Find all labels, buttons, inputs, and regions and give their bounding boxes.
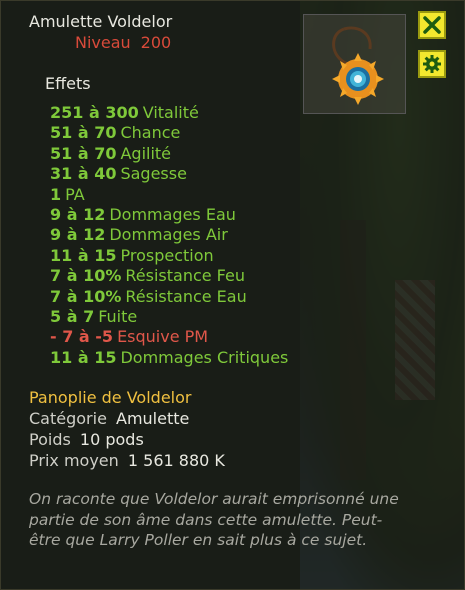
effect-row: 31 à 40 Sagesse <box>50 164 187 184</box>
amulet-icon <box>332 26 384 105</box>
item-level: Niveau 200 <box>75 33 171 52</box>
category-value: Amulette <box>116 409 190 428</box>
item-name: Amulette Voldelor <box>29 12 173 31</box>
effects-list: 251 à 300 Vitalité 51 à 70 Chance 51 à 70 A… <box>50 103 288 368</box>
level-value: 200 <box>140 33 172 52</box>
price-label: Prix moyen <box>29 451 119 470</box>
effect-row: 9 à 12 Dommages Air <box>50 225 228 245</box>
weight-line: Poids 10 pods <box>29 430 144 449</box>
item-description: On raconte que Voldelor aurait emprisonn… <box>29 490 399 549</box>
effect-row: 251 à 300 Vitalité <box>50 103 199 122</box>
close-button[interactable] <box>418 11 446 39</box>
category-label: Catégorie <box>29 409 107 428</box>
effect-row: 51 à 70 Agilité <box>50 143 172 163</box>
effect-row: 7 à 10% Résistance Eau <box>50 286 247 306</box>
item-image-frame <box>303 14 406 114</box>
price-line: Prix moyen 1 561 880 K <box>29 451 225 470</box>
price-value: 1 561 880 K <box>127 451 225 470</box>
effect-row: 51 à 70 Chance <box>50 123 181 143</box>
effect-row: 1 PA <box>50 184 85 204</box>
close-icon <box>423 16 441 34</box>
effect-row-negative: - 7 à -5 Esquive PM <box>50 327 209 347</box>
settings-button[interactable] <box>418 50 446 78</box>
effect-row: 11 à 15 Prospection <box>50 245 214 265</box>
effects-header: Effets <box>45 74 91 93</box>
item-tooltip-panel: Amulette Voldelor Niveau 200 Effets 251 … <box>0 0 465 590</box>
weight-label: Poids <box>29 430 71 449</box>
effect-row: 5 à 7 Fuite <box>50 306 138 326</box>
level-label: Niveau <box>75 33 131 52</box>
effect-row: 7 à 10% Résistance Feu <box>50 266 245 286</box>
gear-icon <box>423 55 441 73</box>
effect-row: 9 à 12 Dommages Eau <box>50 204 236 224</box>
set-name-link[interactable]: Panoplie de Voldelor <box>29 388 191 407</box>
category-line: Catégorie Amulette <box>29 409 189 428</box>
effect-row: 11 à 15 Dommages Critiques <box>50 347 289 367</box>
weight-value: 10 pods <box>79 430 144 449</box>
